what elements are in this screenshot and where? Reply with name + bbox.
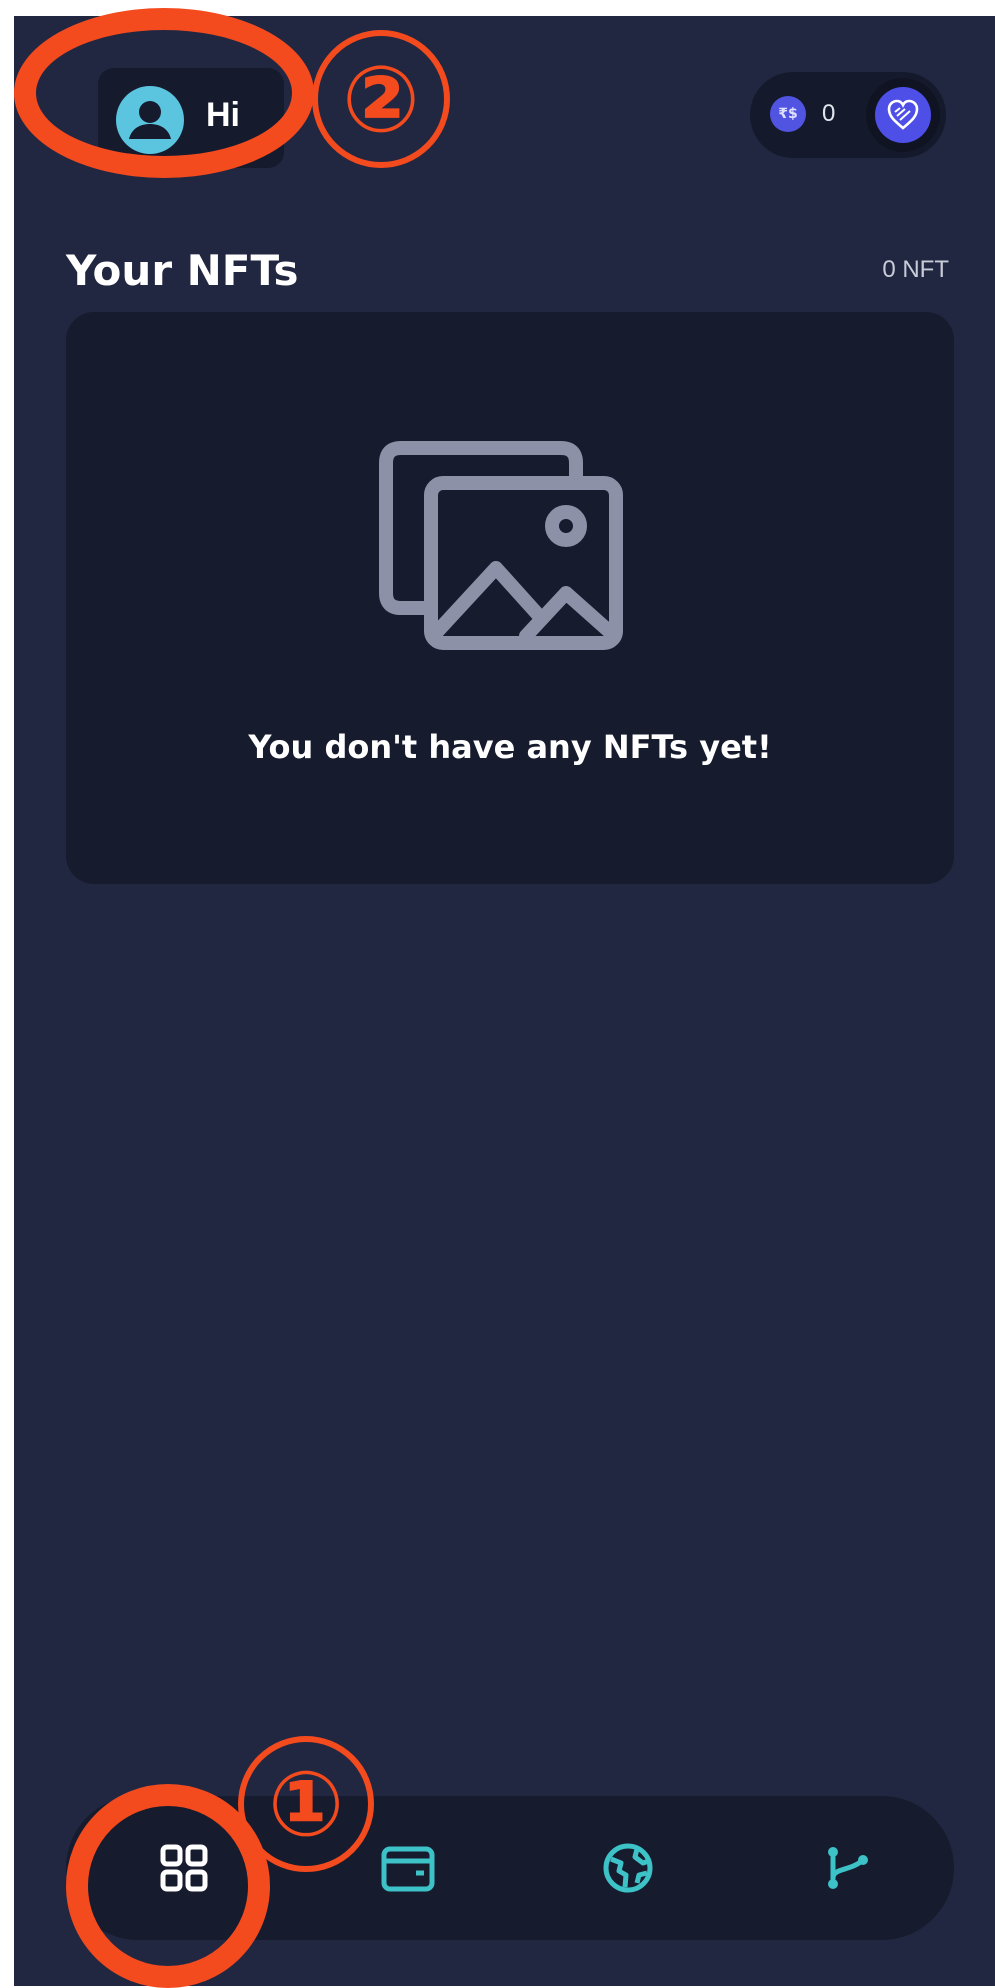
annotation-marker-1: ①: [238, 1736, 374, 1872]
nav-globe[interactable]: [596, 1836, 660, 1900]
annotation-marker-2: ②: [312, 30, 450, 168]
annotation-circle-2: [14, 8, 314, 178]
images-stack-icon: [379, 441, 623, 650]
app-screen: Hi ₹$ 0 Your NFTs 0 NFT You don't have a…: [14, 16, 995, 1986]
heart-badge-button[interactable]: [866, 78, 940, 152]
empty-message: You don't have any NFTs yet!: [248, 728, 772, 766]
balance-pill[interactable]: ₹$ 0: [750, 72, 946, 158]
globe-icon: [603, 1843, 653, 1893]
section-title: Your NFTs: [66, 246, 299, 295]
empty-nft-card: You don't have any NFTs yet!: [66, 312, 954, 884]
nav-branch[interactable]: [816, 1836, 880, 1900]
wallet-icon: [381, 1846, 435, 1892]
token-icon: ₹$: [770, 96, 806, 132]
nav-wallet[interactable]: [376, 1836, 440, 1900]
nft-count: 0 NFT: [882, 256, 949, 283]
heart-badge-icon: [875, 87, 931, 143]
balance-value: 0: [822, 100, 836, 127]
branch-icon: [828, 1847, 868, 1889]
